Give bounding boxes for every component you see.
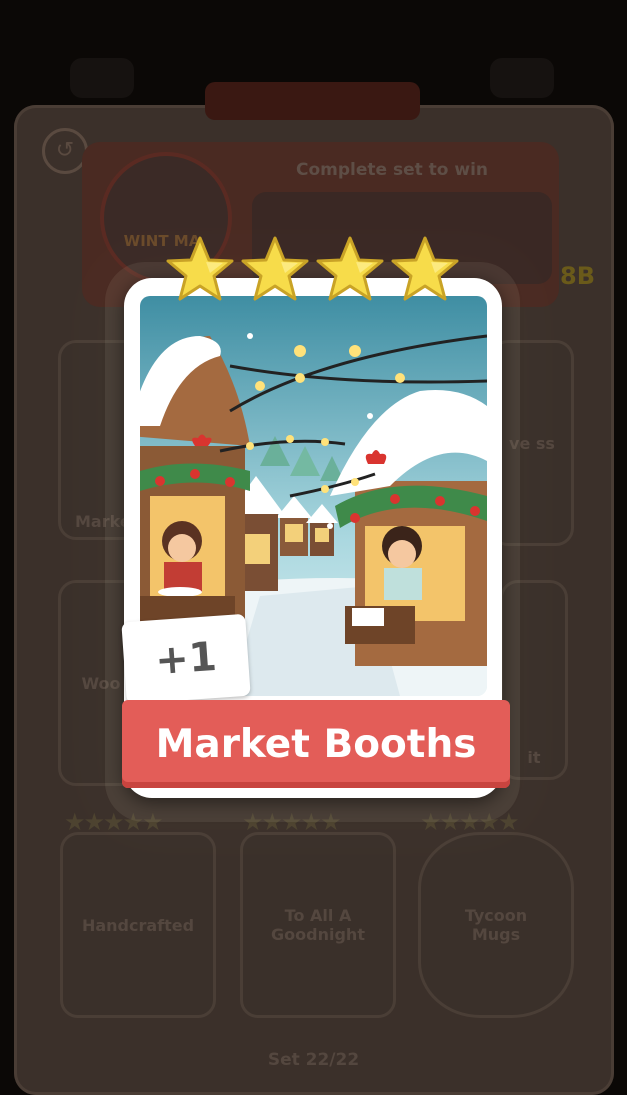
star-icon: [391, 236, 459, 301]
card-name-banner: Market Booths: [122, 700, 510, 788]
rarity-stars: [165, 235, 465, 307]
set-progress-text: Set 22/22: [267, 1050, 360, 1070]
album-card-label: Tycoon Mugs: [464, 906, 528, 944]
title-ribbon: [205, 82, 420, 120]
star-icon: [166, 236, 234, 301]
complete-set-text: Complete set to win: [295, 160, 489, 180]
album-card: Handcrafted: [60, 832, 216, 1018]
album-card-label: To All A Goodnight: [271, 906, 365, 944]
album-card-label: Handcrafted: [81, 915, 195, 935]
card-reveal-screen[interactable]: ↺ WINT MA Complete set to win 8B Marke v…: [0, 0, 627, 1095]
album-card: Tycoon Mugs: [418, 832, 574, 1018]
top-left-button: [70, 58, 134, 98]
card-count-tag: +1: [121, 613, 251, 705]
album-card-label: it: [527, 748, 541, 767]
star-icon: [316, 236, 384, 301]
top-right-button: [490, 58, 554, 98]
star-icon: [241, 236, 309, 301]
album-card: To All A Goodnight: [240, 832, 396, 1018]
prize-value: 8B: [560, 262, 595, 290]
